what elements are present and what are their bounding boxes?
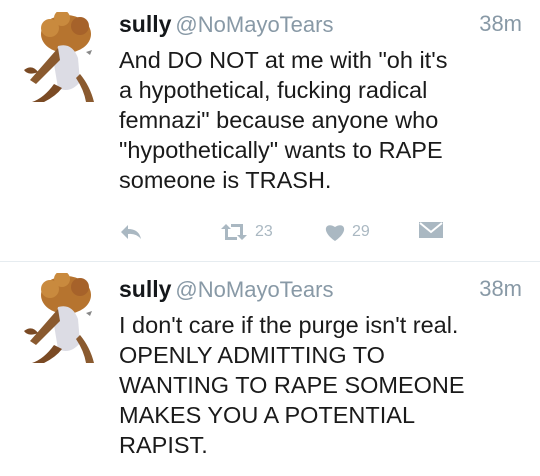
tweet-text: I don't care if the purge isn't real. OP…	[119, 312, 465, 458]
user-name[interactable]: sully	[119, 11, 171, 37]
tweet-header: sully @NoMayoTears 38m	[119, 276, 522, 306]
avatar[interactable]	[14, 10, 104, 102]
like-button[interactable]: 29	[324, 222, 370, 242]
reply-button[interactable]	[119, 222, 143, 242]
tweet-timestamp[interactable]: 38m	[479, 276, 522, 302]
tweet-header: sully @NoMayoTears 38m	[119, 11, 522, 41]
tweet-timestamp[interactable]: 38m	[479, 11, 522, 37]
tweet-content: sully @NoMayoTears 38m And DO NOT at me w…	[119, 11, 522, 195]
user-name[interactable]: sully	[119, 276, 171, 302]
direct-message-button[interactable]	[419, 222, 443, 240]
envelope-icon	[419, 222, 443, 240]
retweet-count: 23	[255, 223, 273, 240]
tweet-actions: 23 29	[0, 222, 540, 250]
retweet-button[interactable]: 23	[219, 222, 273, 242]
like-count: 29	[352, 223, 370, 240]
user-handle[interactable]: @NoMayoTears	[175, 277, 333, 302]
tweet[interactable]: sully @NoMayoTears 38m I don't care if th…	[0, 263, 540, 476]
retweet-icon	[219, 222, 249, 242]
tweet[interactable]: sully @NoMayoTears 38m And DO NOT at me w…	[0, 0, 540, 262]
avatar[interactable]	[14, 271, 104, 363]
heart-icon	[324, 222, 346, 242]
tweet-content: sully @NoMayoTears 38m I don't care if th…	[119, 276, 522, 460]
reply-arrow-icon	[119, 222, 143, 242]
user-handle[interactable]: @NoMayoTears	[175, 12, 333, 37]
tweet-text: And DO NOT at me with "oh it's a hypothe…	[119, 47, 448, 193]
